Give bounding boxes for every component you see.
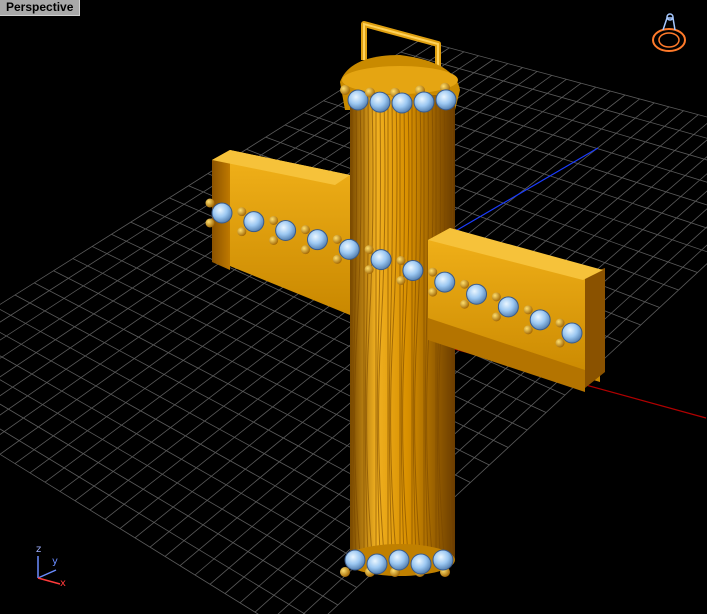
axis-tripod: z y x — [26, 540, 76, 590]
gemstone — [366, 553, 388, 575]
gold-bead — [396, 276, 406, 286]
gold-bead — [555, 338, 565, 348]
y-axis-line — [439, 147, 599, 241]
gemstone — [338, 238, 360, 260]
gold-bead — [491, 292, 501, 302]
gold-bead — [332, 234, 342, 244]
gemstone — [347, 89, 369, 111]
gold-bead — [269, 215, 279, 225]
gold-bead — [300, 245, 310, 255]
gemstone — [211, 202, 233, 224]
gemstone — [344, 549, 366, 571]
gold-bead — [269, 235, 279, 245]
gemstone — [388, 549, 410, 571]
gemstone — [391, 92, 413, 114]
gemstone — [243, 211, 265, 233]
gold-bead — [332, 254, 342, 264]
gemstone — [561, 322, 583, 344]
gold-bead — [460, 279, 470, 289]
gold-bead — [364, 245, 374, 255]
x-axis-label: x — [60, 578, 66, 589]
gold-bead — [300, 225, 310, 235]
scene-canvas[interactable] — [0, 0, 707, 614]
gemstone — [466, 283, 488, 305]
grid-line — [0, 331, 395, 553]
grid-line — [0, 355, 376, 571]
gemstone — [369, 91, 391, 113]
gold-bead — [396, 256, 406, 266]
gold-bead — [523, 305, 533, 315]
gemstone — [432, 549, 454, 571]
perspective-viewport[interactable]: Perspective z y x — [0, 0, 707, 614]
gold-bead — [428, 287, 438, 297]
gold-bead — [428, 267, 438, 277]
gemstone — [434, 271, 456, 293]
gold-bead — [460, 299, 470, 309]
gemstone — [370, 249, 392, 271]
gemstone — [435, 89, 457, 111]
gemstone — [497, 296, 519, 318]
gemstone — [529, 309, 551, 331]
gold-bead — [237, 227, 247, 237]
gold-bead — [523, 325, 533, 335]
viewport-label[interactable]: Perspective — [0, 0, 81, 16]
gold-bead — [205, 198, 215, 208]
gold-bead — [340, 85, 350, 95]
gemstone — [410, 553, 432, 575]
ring-navigation-icon[interactable] — [645, 8, 693, 56]
gold-bead — [555, 318, 565, 328]
z-axis-label: z — [36, 544, 42, 555]
gold-bead — [491, 312, 501, 322]
gemstone — [402, 260, 424, 282]
y-axis-label: y — [52, 556, 58, 567]
gemstone — [275, 219, 297, 241]
gold-bead — [340, 567, 350, 577]
gold-bead — [237, 207, 247, 217]
gemstone — [306, 229, 328, 251]
gold-bead — [205, 218, 215, 228]
gemstone — [413, 91, 435, 113]
gold-bead — [364, 265, 374, 275]
